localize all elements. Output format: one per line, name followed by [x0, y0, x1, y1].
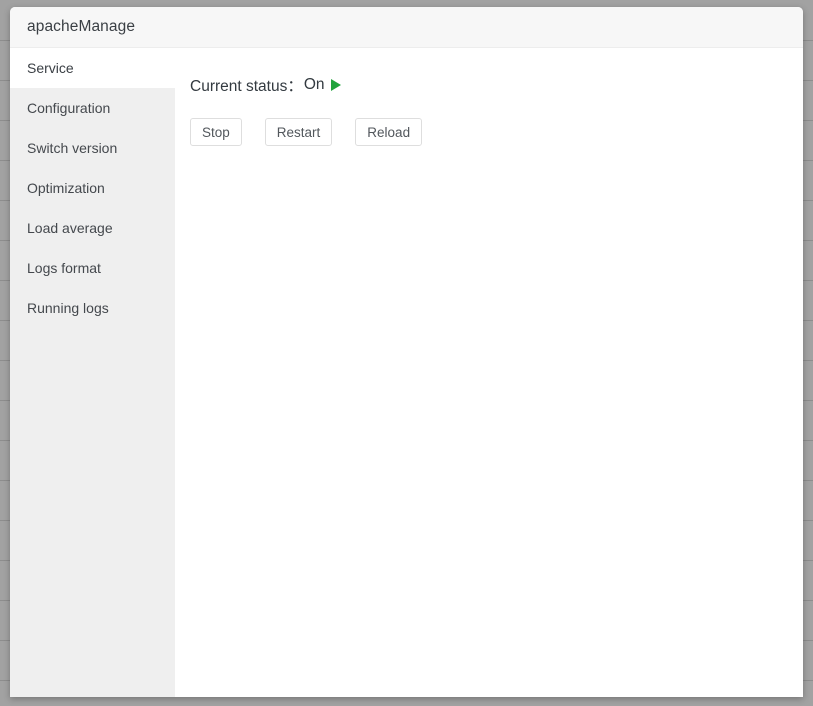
sidebar-item-optimization[interactable]: Optimization	[10, 168, 175, 208]
sidebar-item-configuration[interactable]: Configuration	[10, 88, 175, 128]
content-panel: Current status： On Stop Restart Reload	[175, 48, 803, 697]
sidebar-item-switch-version[interactable]: Switch version	[10, 128, 175, 168]
page-title: apacheManage	[27, 18, 135, 36]
sidebar-item-label: Load average	[27, 220, 113, 236]
restart-button[interactable]: Restart	[265, 118, 333, 146]
reload-button[interactable]: Reload	[355, 118, 422, 146]
sidebar-item-label: Switch version	[27, 140, 117, 156]
service-action-buttons: Stop Restart Reload	[190, 118, 803, 146]
sidebar-item-load-average[interactable]: Load average	[10, 208, 175, 248]
sidebar-item-label: Configuration	[27, 100, 110, 116]
sidebar-item-running-logs[interactable]: Running logs	[10, 288, 175, 328]
status-label: Current status：	[190, 74, 303, 96]
window-header: apacheManage	[10, 7, 803, 48]
sidebar-item-service[interactable]: Service	[10, 48, 175, 88]
sidebar-item-label: Running logs	[27, 300, 109, 316]
sidebar-item-label: Service	[27, 60, 74, 76]
status-row: Current status： On	[190, 75, 803, 95]
status-badge: On	[304, 76, 325, 94]
stop-button[interactable]: Stop	[190, 118, 242, 146]
sidebar-item-logs-format[interactable]: Logs format	[10, 248, 175, 288]
sidebar-item-label: Optimization	[27, 180, 105, 196]
play-triangle-icon	[331, 79, 341, 91]
sidebar-item-label: Logs format	[27, 260, 101, 276]
window-body: Service Configuration Switch version Opt…	[10, 48, 803, 697]
sidebar-nav: Service Configuration Switch version Opt…	[10, 48, 175, 697]
apache-manage-window: apacheManage Service Configuration Switc…	[10, 7, 803, 697]
